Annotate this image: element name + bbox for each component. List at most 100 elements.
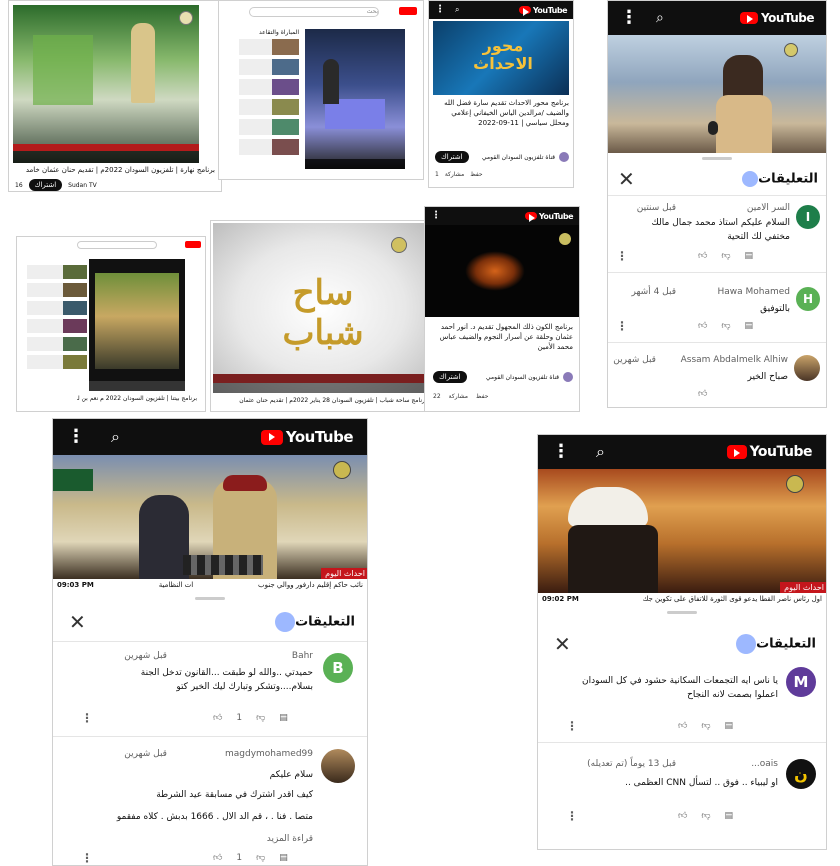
channel-name[interactable]: قناة تلفزيون السودان القومي bbox=[486, 374, 559, 381]
subscribe-button[interactable]: اشتراك bbox=[28, 179, 63, 191]
avatar[interactable] bbox=[321, 749, 355, 783]
youtube-logo[interactable]: YouTube bbox=[726, 444, 813, 460]
avatar[interactable] bbox=[794, 355, 820, 381]
comment-menu-icon[interactable]: ⋮ bbox=[566, 719, 578, 733]
read-more-link[interactable]: قراءة المزيد bbox=[267, 833, 313, 847]
avatar[interactable]: I bbox=[796, 205, 820, 229]
search-icon[interactable]: ⌕ bbox=[455, 5, 459, 15]
youtube-logo[interactable] bbox=[185, 241, 201, 248]
thumbnail-video-1[interactable]: برنامج نهارة | تلفزيون السودان 2022م | ت… bbox=[8, 0, 222, 192]
like-count[interactable]: 16 bbox=[15, 182, 23, 189]
video-frame[interactable] bbox=[13, 5, 199, 163]
menu-kebab-icon[interactable]: ⋮ bbox=[552, 443, 570, 461]
save-button[interactable]: حفظ bbox=[476, 393, 488, 400]
search-bar[interactable]: بحث bbox=[249, 7, 379, 17]
thumbnail-video-3[interactable]: ⋮ ⌕ YouTube محور الاحداث برنامج محور الا… bbox=[428, 0, 574, 188]
player-controls[interactable] bbox=[13, 151, 199, 163]
dislike-icon[interactable]: 👎︎ bbox=[256, 713, 265, 723]
video-frame[interactable] bbox=[608, 35, 826, 153]
video-frame[interactable] bbox=[305, 29, 405, 169]
playlist-item[interactable] bbox=[239, 119, 299, 135]
youtube-logo[interactable]: YouTube bbox=[739, 11, 815, 25]
thumbnail-video-2[interactable]: بحث المباراة والتقاعد bbox=[218, 0, 424, 180]
playlist-item[interactable] bbox=[27, 301, 87, 315]
like-icon[interactable]: 👍︎ bbox=[698, 321, 707, 331]
youtube-logo[interactable] bbox=[399, 7, 417, 15]
menu-kebab-icon[interactable]: ⋮ bbox=[67, 428, 85, 446]
thumbnail-video-5[interactable]: ساح شباب برنامج ساحة شباب | تلفزيون السو… bbox=[210, 220, 430, 412]
like-icon[interactable]: 👍︎ bbox=[678, 811, 687, 821]
reply-icon[interactable]: ▤ bbox=[279, 713, 288, 723]
close-icon[interactable]: ✕ bbox=[618, 167, 635, 191]
reply-icon[interactable]: ▤ bbox=[745, 251, 754, 261]
youtube-logo[interactable]: YouTube bbox=[524, 212, 574, 222]
comment-author[interactable]: Assam Abdalmelk Alhiw bbox=[681, 355, 788, 365]
channel-name[interactable]: Sudan TV bbox=[68, 182, 97, 189]
like-icon[interactable]: 👍︎ bbox=[698, 251, 707, 261]
playlist-item[interactable] bbox=[239, 79, 299, 95]
playlist-item[interactable] bbox=[27, 337, 87, 351]
comment-author[interactable]: magdymohamed99 bbox=[225, 749, 313, 759]
share-button[interactable]: مشاركة bbox=[449, 393, 468, 400]
channel-avatar[interactable] bbox=[563, 372, 573, 382]
reply-icon[interactable]: ▤ bbox=[279, 853, 288, 863]
like-icon[interactable]: 👍︎ bbox=[678, 721, 687, 731]
like-count[interactable]: 22 bbox=[433, 393, 441, 400]
comment-menu-icon[interactable]: ⋮ bbox=[616, 319, 628, 333]
playlist-item[interactable] bbox=[239, 59, 299, 75]
comment-author[interactable]: oais... bbox=[751, 759, 778, 769]
menu-kebab-icon[interactable]: ⋮ bbox=[431, 211, 441, 221]
player-controls[interactable] bbox=[213, 383, 429, 393]
dislike-icon[interactable]: 👎︎ bbox=[721, 251, 730, 261]
thumbnail-video-4[interactable]: برنامج بيتنا | تلفزيون السودان 2022 م نع… bbox=[16, 236, 206, 412]
subscribe-button[interactable]: اشتراك bbox=[435, 151, 469, 163]
reply-icon[interactable]: ▤ bbox=[725, 721, 734, 731]
like-icon[interactable]: 👍︎ bbox=[698, 389, 707, 399]
playlist-item[interactable] bbox=[239, 139, 299, 155]
avatar[interactable]: H bbox=[796, 287, 820, 311]
playlist-item[interactable] bbox=[239, 39, 299, 55]
share-button[interactable]: مشاركة bbox=[445, 171, 464, 178]
dislike-icon[interactable]: 👎︎ bbox=[701, 811, 710, 821]
comment-author[interactable]: Hawa Mohamed bbox=[717, 287, 790, 297]
menu-kebab-icon[interactable]: ⋮ bbox=[435, 5, 445, 15]
close-icon[interactable]: ✕ bbox=[554, 632, 571, 656]
dislike-icon[interactable]: 👎︎ bbox=[701, 721, 710, 731]
save-button[interactable]: حفظ bbox=[470, 171, 482, 178]
video-frame[interactable]: محور الاحداث bbox=[433, 21, 569, 95]
player-controls[interactable] bbox=[89, 381, 185, 391]
video-frame[interactable]: احداث اليوم bbox=[53, 455, 367, 579]
avatar[interactable]: B bbox=[323, 653, 353, 683]
channel-name[interactable]: قناة تلفزيون السودان القومي bbox=[482, 154, 555, 161]
comment-menu-icon[interactable]: ⋮ bbox=[566, 809, 578, 823]
channel-avatar[interactable] bbox=[559, 152, 569, 162]
dislike-icon[interactable]: 👎︎ bbox=[721, 321, 730, 331]
youtube-logo[interactable]: YouTube bbox=[260, 428, 354, 446]
playlist-item[interactable] bbox=[27, 319, 87, 333]
playlist-item[interactable] bbox=[27, 265, 87, 279]
comment-menu-icon[interactable]: ⋮ bbox=[616, 249, 628, 263]
drag-handle[interactable] bbox=[702, 157, 732, 160]
drag-handle[interactable] bbox=[195, 597, 225, 600]
like-count[interactable]: 1 bbox=[435, 171, 439, 178]
playlist-item[interactable] bbox=[27, 283, 87, 297]
video-frame[interactable] bbox=[425, 225, 579, 317]
close-icon[interactable]: ✕ bbox=[69, 610, 86, 634]
drag-handle[interactable] bbox=[667, 611, 697, 614]
like-icon[interactable]: 👍︎ bbox=[213, 713, 222, 723]
search-icon[interactable]: ⌕ bbox=[111, 427, 120, 447]
search-icon[interactable]: ⌕ bbox=[596, 442, 605, 462]
youtube-logo[interactable]: YouTube bbox=[518, 6, 568, 16]
dislike-icon[interactable]: 👎︎ bbox=[256, 853, 265, 863]
avatar[interactable]: ن bbox=[786, 759, 816, 789]
comment-author[interactable]: السر الامين bbox=[747, 203, 790, 213]
video-frame[interactable]: احداث اليوم bbox=[538, 469, 826, 593]
reply-icon[interactable]: ▤ bbox=[745, 321, 754, 331]
avatar[interactable]: M bbox=[786, 667, 816, 697]
thumbnail-video-6[interactable]: ⋮ YouTube برنامج الكون ذلك المجهول تقديم… bbox=[424, 206, 580, 412]
player-controls[interactable] bbox=[305, 159, 405, 169]
comment-author[interactable]: Bahr bbox=[292, 651, 313, 661]
reply-icon[interactable]: ▤ bbox=[725, 811, 734, 821]
video-frame[interactable]: ساح شباب bbox=[213, 223, 429, 393]
comment-menu-icon[interactable]: ⋮ bbox=[81, 711, 93, 725]
